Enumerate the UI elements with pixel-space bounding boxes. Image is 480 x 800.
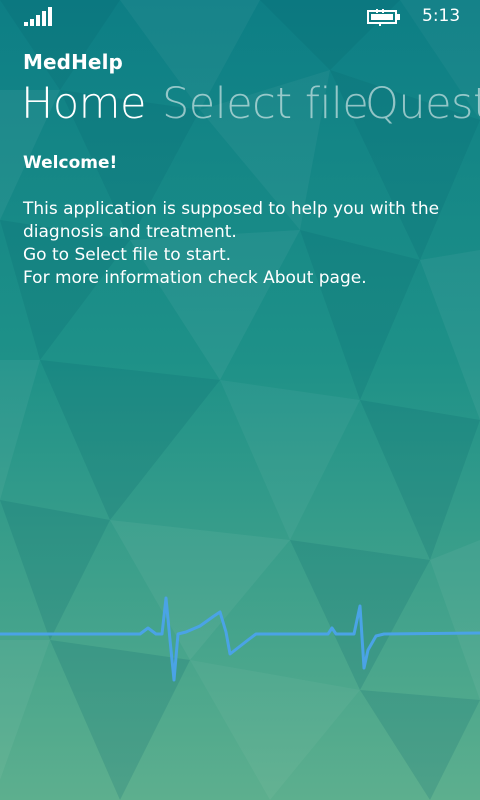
pivot-tab-home[interactable]: Home [21, 76, 146, 132]
description-line: This application is supposed to help you… [23, 199, 440, 219]
pivot-tab-select-file[interactable]: Select file [162, 76, 369, 132]
ecg-heartbeat-line [0, 596, 480, 682]
description-line: diagnosis and treatment. [23, 222, 237, 242]
home-content: Welcome! This application is supposed to… [23, 152, 453, 290]
about-hint-line: For more information check About page. [23, 268, 367, 288]
signal-strength-icon [24, 7, 52, 26]
battery-charging-icon [367, 9, 400, 26]
pivot-tab-questions[interactable]: Quest [365, 76, 480, 132]
welcome-heading: Welcome! [23, 153, 118, 173]
status-bar: 5:13 [0, 0, 480, 32]
app-title: MedHelp [23, 50, 123, 74]
pivot-header: Home Select file Quest [0, 76, 480, 132]
instruction-line: Go to Select file to start. [23, 245, 232, 265]
status-time: 5:13 [422, 6, 461, 26]
